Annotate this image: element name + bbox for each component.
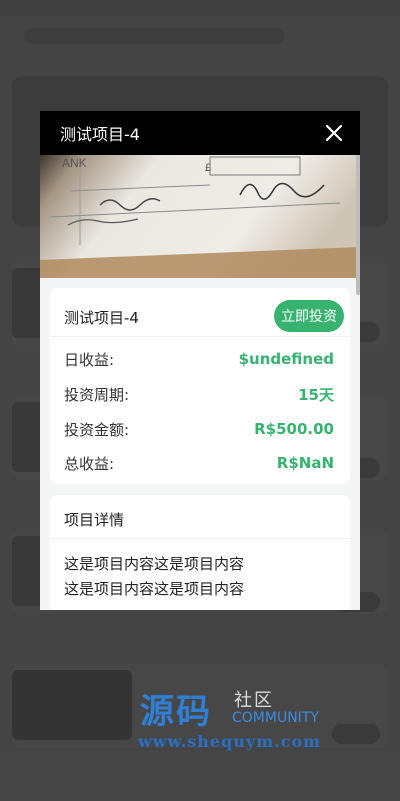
divider <box>50 336 350 337</box>
row-label: 投资金额: <box>64 420 130 439</box>
modal-title: 测试项目-4 <box>60 125 140 144</box>
row-value: $undefined <box>238 350 334 368</box>
watermark-sub-text: 社区 <box>234 690 274 711</box>
row-value: 15天 <box>298 385 334 404</box>
watermark-main-text: 源码 <box>140 692 212 732</box>
investment-amount-row: 投资金额: R$500.00 <box>64 418 334 440</box>
watermark-url: www.shequym.com <box>138 732 322 751</box>
project-info-card: 测试项目-4 立即投资 日收益: $undefined 投资周期: 15天 投资… <box>50 288 350 484</box>
daily-income-row: 日收益: $undefined <box>64 348 334 370</box>
svg-text:£: £ <box>205 162 211 174</box>
invest-now-button[interactable]: 立即投资 <box>274 300 344 332</box>
close-button[interactable] <box>322 121 346 145</box>
row-value: R$500.00 <box>254 420 334 438</box>
project-details-card: 项目详情 这是项目内容这是项目内容 这是项目内容这是项目内容 <box>50 495 350 610</box>
project-name: 测试项目-4 <box>64 309 139 327</box>
row-label: 投资周期: <box>64 385 130 404</box>
bank-check-illustration: ANK £ <box>40 155 360 278</box>
project-image: ANK £ <box>40 155 360 278</box>
details-text: 这是项目内容这是项目内容 <box>64 555 245 573</box>
details-title: 项目详情 <box>64 511 125 529</box>
modal-header: 测试项目-4 <box>40 111 360 155</box>
watermark-community-text: COMMUNITY <box>232 710 319 726</box>
investment-period-row: 投资周期: 15天 <box>64 383 334 405</box>
modal-content[interactable]: ANK £ 测试项目-4 立即投资 日收益: $undefined 投资周期: … <box>40 155 360 610</box>
total-income-row: 总收益: R$NaN <box>64 452 334 474</box>
svg-text:ANK: ANK <box>62 156 87 170</box>
divider <box>50 538 350 539</box>
scrollbar[interactable] <box>356 155 360 295</box>
row-value: R$NaN <box>276 454 334 472</box>
watermark-logo: 源码 社区 COMMUNITY www.shequym.com <box>136 684 346 756</box>
close-icon <box>325 124 343 142</box>
project-modal: 测试项目-4 ANK £ 测试项目-4 立即投资 日收益: $undefined… <box>40 111 360 610</box>
details-text: 这是项目内容这是项目内容 <box>64 580 245 598</box>
row-label: 总收益: <box>64 454 115 473</box>
row-label: 日收益: <box>64 350 115 369</box>
